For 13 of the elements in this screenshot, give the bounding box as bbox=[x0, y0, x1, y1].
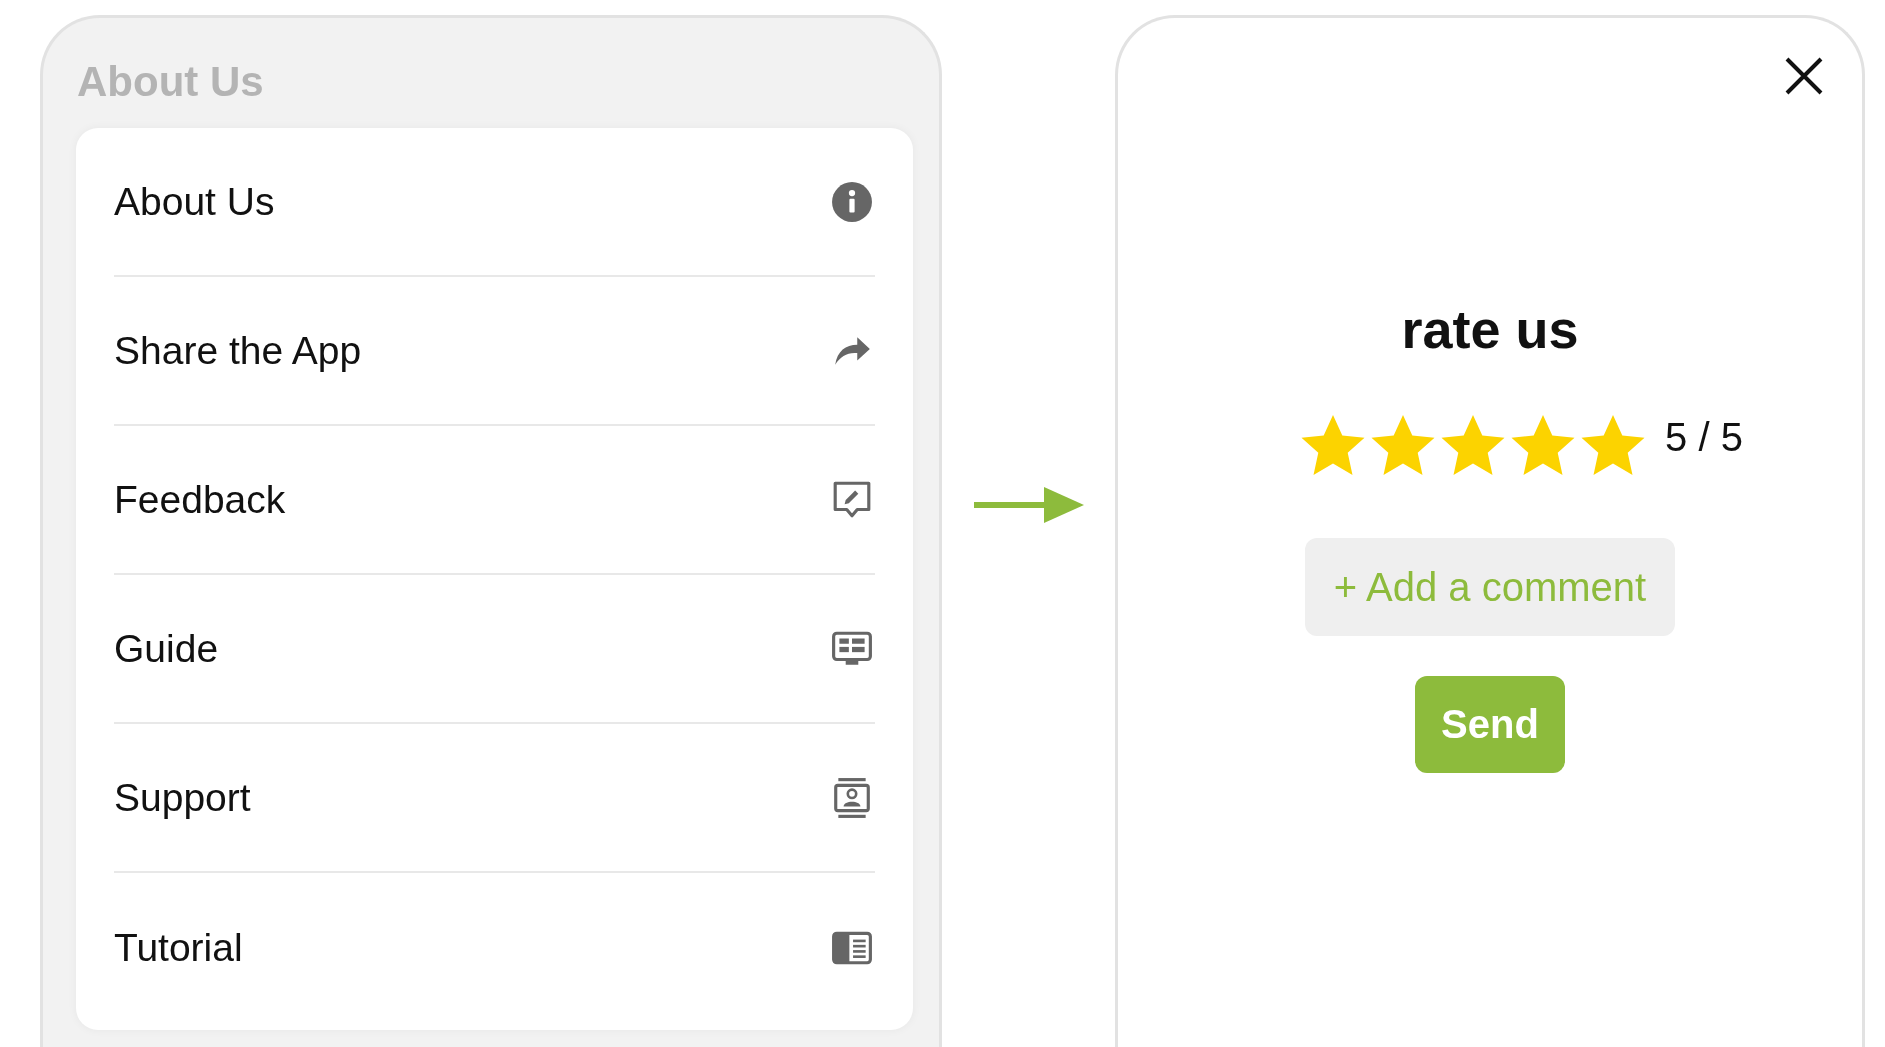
rating-title: rate us bbox=[1401, 298, 1579, 360]
menu-item[interactable]: About Us bbox=[114, 179, 275, 224]
menu-item[interactable]: Share the App bbox=[114, 328, 362, 373]
rating-score: 5 / 5 bbox=[1665, 414, 1743, 460]
menu-item[interactable]: Support bbox=[114, 775, 251, 820]
close-icon[interactable] bbox=[1784, 56, 1824, 96]
menu-item[interactable]: Tutorial bbox=[114, 925, 243, 970]
right-arrow-icon bbox=[973, 485, 1084, 525]
menu-item[interactable]: Feedback bbox=[114, 477, 286, 522]
panel-title: About Us bbox=[77, 58, 265, 107]
info-icon bbox=[831, 180, 873, 223]
contact-card-icon bbox=[831, 776, 873, 819]
menu-item[interactable]: Guide bbox=[114, 626, 219, 671]
